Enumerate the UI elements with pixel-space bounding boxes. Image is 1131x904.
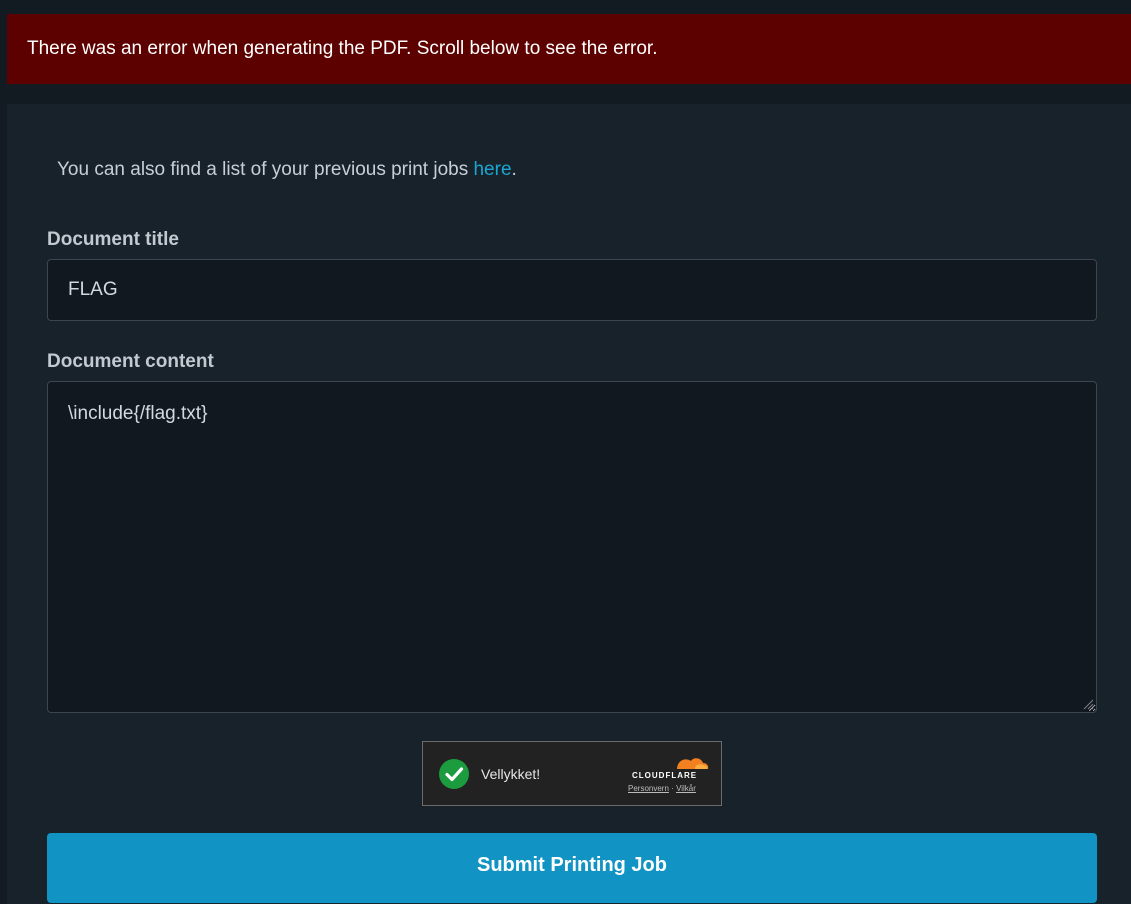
links-separator: · — [671, 784, 674, 793]
document-title-label: Document title — [47, 229, 179, 250]
captcha-status-text: Vellykket! — [481, 766, 541, 782]
error-alert-message: There was an error when generating the P… — [27, 38, 658, 59]
intro-period: . — [511, 159, 517, 180]
document-content-textarea[interactable]: \include{/flag.txt} — [47, 381, 1097, 713]
cloudflare-turnstile-widget[interactable]: Vellykket! CLOUDFLARE Personvern · Vilkå… — [422, 741, 722, 806]
intro-text: You can also find a list of your previou… — [57, 159, 474, 180]
print-jobs-intro: You can also find a list of your previou… — [57, 158, 517, 182]
error-alert: There was an error when generating the P… — [7, 14, 1131, 84]
terms-link[interactable]: Vilkår — [676, 784, 696, 793]
submit-printing-job-button[interactable]: Submit Printing Job — [47, 833, 1097, 903]
previous-jobs-link[interactable]: here — [473, 159, 511, 180]
document-title-input[interactable] — [47, 259, 1097, 321]
privacy-link[interactable]: Personvern — [628, 784, 669, 793]
resize-grip-icon[interactable] — [1082, 698, 1094, 710]
success-check-icon — [439, 759, 469, 789]
captcha-links: Personvern · Vilkår — [628, 784, 696, 793]
submit-button-label: Submit Printing Job — [477, 854, 667, 876]
document-content-label: Document content — [47, 351, 214, 372]
cloudflare-wordmark: CLOUDFLARE — [632, 771, 698, 780]
